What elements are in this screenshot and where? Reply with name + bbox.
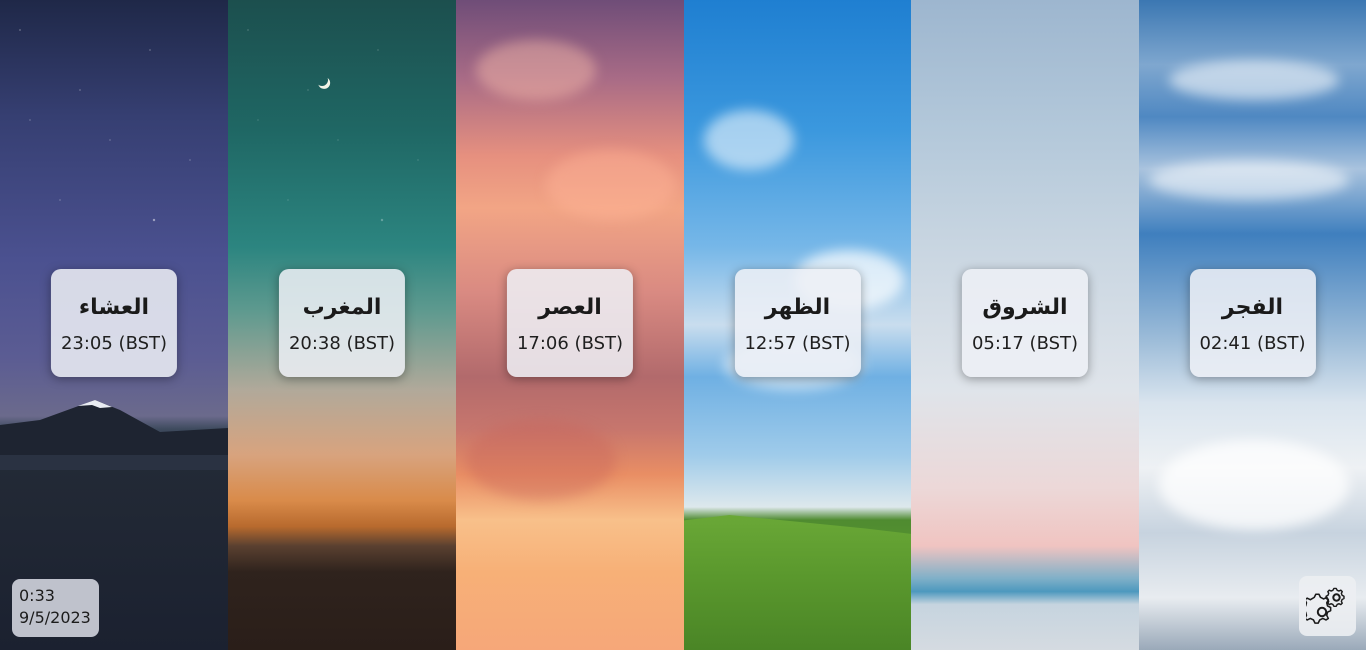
prayer-name: الظهر bbox=[764, 294, 831, 320]
cloud bbox=[466, 420, 616, 500]
prayer-name: الفجر bbox=[1221, 294, 1284, 320]
prayer-card-asr[interactable]: العصر (BST) 17:06 bbox=[506, 269, 634, 377]
cloud bbox=[1169, 60, 1339, 100]
cloud bbox=[476, 40, 596, 100]
current-date: 9/5/2023 bbox=[19, 608, 91, 627]
cloud bbox=[1149, 160, 1349, 200]
current-time: 0:33 bbox=[19, 586, 55, 605]
panel-dhuhr: الظهر (BST) 12:57 bbox=[684, 0, 911, 650]
prayer-card-dhuhr[interactable]: الظهر (BST) 12:57 bbox=[734, 269, 861, 377]
grass-field bbox=[684, 515, 911, 650]
prayer-card-fajr[interactable]: الفجر (BST) 02:41 bbox=[1189, 269, 1316, 377]
prayer-time: (BST) 20:38 bbox=[288, 332, 396, 354]
prayer-time: (BST) 02:41 bbox=[1199, 332, 1306, 354]
prayer-name: العشاء bbox=[78, 294, 150, 320]
prayer-times-strip: العشاء (BST) 23:05 المغرب (BST) 20:38 ال… bbox=[0, 0, 1366, 650]
panel-fajr: الفجر (BST) 02:41 bbox=[1139, 0, 1366, 650]
panel-asr: العصر (BST) 17:06 bbox=[456, 0, 684, 650]
prayer-name: العصر bbox=[538, 294, 602, 320]
prayer-time: (BST) 12:57 bbox=[744, 332, 851, 354]
prayer-time: (BST) 23:05 bbox=[60, 332, 168, 354]
cloud bbox=[1159, 440, 1349, 530]
panel-maghrib: المغرب (BST) 20:38 bbox=[228, 0, 456, 650]
prayer-time: (BST) 05:17 bbox=[971, 332, 1079, 354]
settings-button[interactable] bbox=[1299, 576, 1356, 636]
current-time-display: 0:33 9/5/2023 bbox=[12, 579, 99, 637]
prayer-name: الشروق bbox=[982, 294, 1068, 320]
cloud bbox=[546, 150, 676, 220]
prayer-card-shuruq[interactable]: الشروق (BST) 05:17 bbox=[961, 269, 1089, 377]
panel-isha: العشاء (BST) 23:05 bbox=[0, 0, 228, 650]
prayer-card-maghrib[interactable]: المغرب (BST) 20:38 bbox=[278, 269, 406, 377]
prayer-time: (BST) 17:06 bbox=[516, 332, 624, 354]
prayer-name: المغرب bbox=[302, 294, 382, 320]
panel-shuruq: الشروق (BST) 05:17 bbox=[911, 0, 1139, 650]
crescent-moon-icon bbox=[314, 72, 329, 87]
mountain-landscape bbox=[0, 400, 228, 470]
cloud bbox=[704, 110, 794, 170]
prayer-card-isha[interactable]: العشاء (BST) 23:05 bbox=[50, 269, 178, 377]
gear-icon bbox=[1305, 587, 1345, 624]
